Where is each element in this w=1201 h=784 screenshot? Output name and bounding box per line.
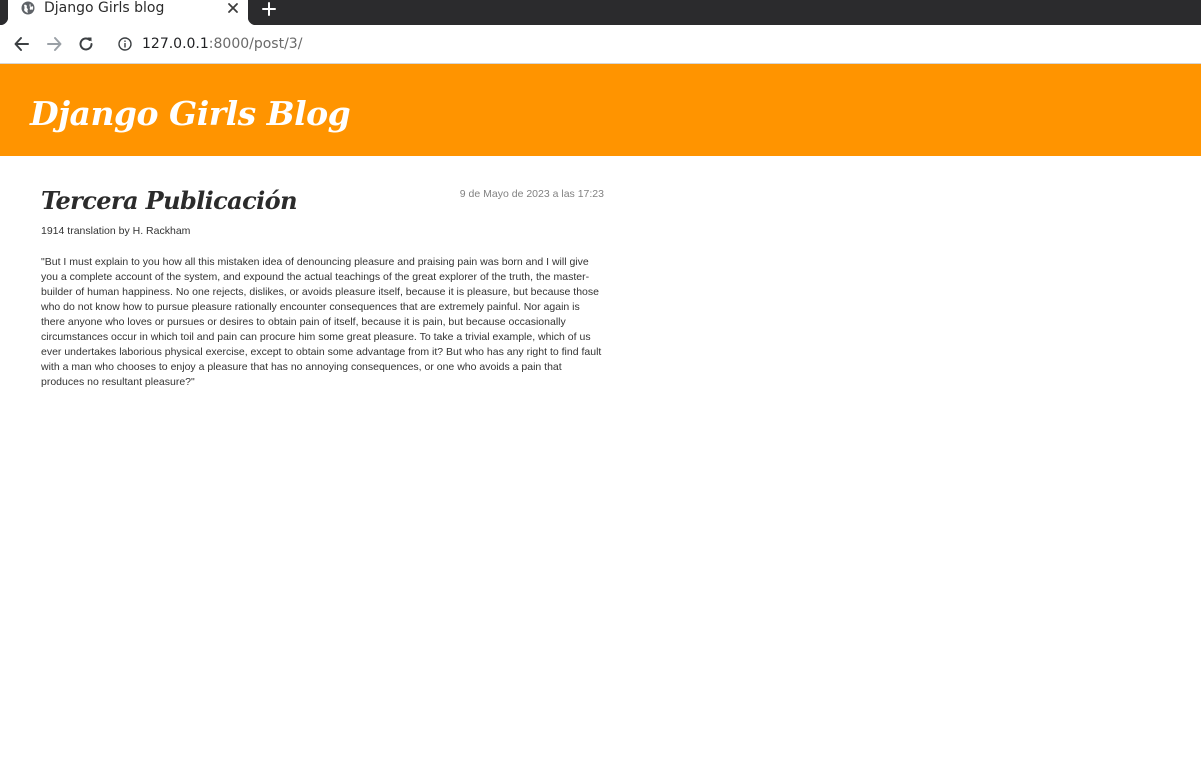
arrow-left-icon[interactable] [12,34,32,54]
arrow-right-icon[interactable] [44,34,64,54]
close-icon[interactable] [226,1,240,15]
globe-icon [21,1,35,15]
post-date: 9 de Mayo de 2023 a las 17:23 [459,188,604,200]
post-subtitle: 1914 translation by H. Rackham [41,225,191,237]
browser-tab[interactable]: Django Girls blog [0,0,256,25]
browser-tab-bar: Django Girls blog [0,0,1201,25]
page-header: Django Girls Blog [0,64,1201,156]
browser-toolbar: 127.0.0.1:8000/post/3/ [0,25,1201,64]
info-icon[interactable] [118,37,132,51]
url-host: 127.0.0.1 [142,36,209,52]
blog-title-link[interactable]: Django Girls Blog [30,94,351,134]
url-text: 127.0.0.1:8000/post/3/ [142,36,302,52]
url-path: :8000/post/3/ [208,36,303,52]
reload-icon[interactable] [76,34,96,54]
post-body: "But I must explain to you how all this … [41,256,602,388]
tab-title: Django Girls blog [44,0,165,16]
plus-icon[interactable] [261,1,277,17]
post-title: Tercera Publicación [41,186,298,215]
address-bar[interactable]: 127.0.0.1:8000/post/3/ [108,29,1201,59]
